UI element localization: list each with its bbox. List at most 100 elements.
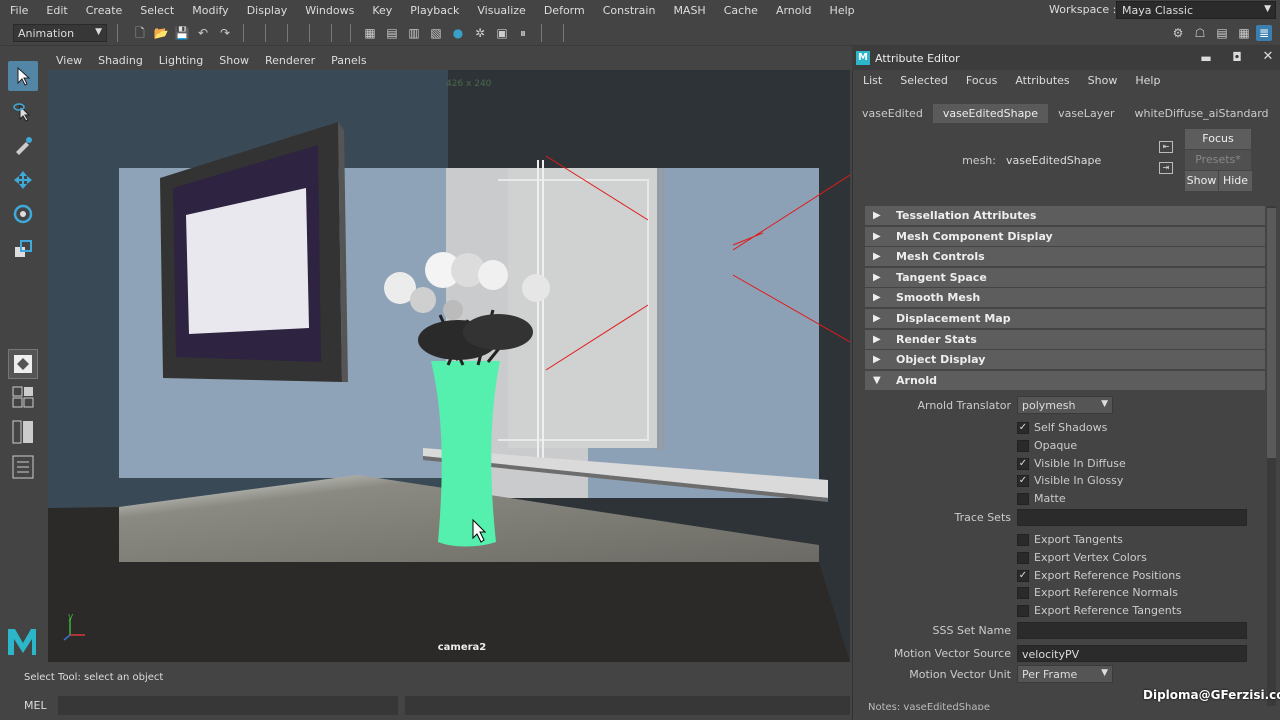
checkbox-export-vertex-colors[interactable] [1017,551,1029,564]
viewport-menu-renderer[interactable]: Renderer [257,54,323,67]
ae-menu-help[interactable]: Help [1124,74,1167,87]
tab-vaseeditedshape[interactable]: vaseEditedShape [932,103,1049,123]
render-settings-icon[interactable]: ▧ [428,25,444,41]
viewport-menu-show[interactable]: Show [211,54,257,67]
menu-constrain[interactable]: Constrain [593,4,664,17]
ae-menu-focus[interactable]: Focus [955,74,1004,87]
section-smooth-mesh[interactable]: ▶ Smooth Mesh [865,288,1265,308]
section-render-stats[interactable]: ▶ Render Stats [865,329,1265,349]
close-icon[interactable]: ✕ [1261,49,1275,64]
checkbox-export-tangents[interactable] [1017,534,1029,546]
mel-label[interactable]: MEL [24,699,47,712]
menu-cache[interactable]: Cache [714,4,766,17]
outliner-icon[interactable] [8,452,38,482]
ae-menu-show[interactable]: Show [1077,74,1125,87]
menu-windows[interactable]: Windows [295,4,362,17]
focus-button[interactable]: Focus [1185,129,1251,149]
menu-help[interactable]: Help [820,4,863,17]
undo-icon[interactable]: ↶ [195,25,211,41]
paint-select-tool-icon[interactable] [8,130,38,160]
focus-output-icon[interactable]: ⇥ [1159,162,1173,174]
mesh-name-field[interactable]: vaseEditedShape [1006,154,1101,167]
viewport-menu-view[interactable]: View [48,54,90,67]
ae-menu-list[interactable]: List [852,74,889,87]
tool-settings-icon[interactable]: ▦ [1236,25,1252,41]
render-sequence-icon[interactable]: ▣ [494,25,510,41]
menu-create[interactable]: Create [76,4,131,17]
section-object-display[interactable]: ▶ Object Display [865,350,1265,370]
rotate-tool-icon[interactable] [8,199,38,229]
attribute-editor-toggle-icon[interactable]: ▤ [1214,25,1230,41]
tab-whitediffuse_aistandard[interactable]: whiteDiffuse_aiStandard [1124,104,1278,123]
checkbox-matte[interactable] [1017,493,1029,506]
ae-menu-attributes[interactable]: Attributes [1004,74,1076,87]
menu-arnold[interactable]: Arnold [766,4,820,17]
single-perspective-layout-icon[interactable] [8,349,38,379]
move-tool-icon[interactable] [8,165,38,195]
tab-vaselayer[interactable]: vaseLayer [1048,104,1124,123]
section-mesh-component-display[interactable]: ▶ Mesh Component Display [865,226,1265,246]
section-tangent-space[interactable]: ▶ Tangent Space [865,267,1265,287]
character-controls-icon[interactable]: ☖ [1192,25,1208,41]
section-displacement-map[interactable]: ▶ Displacement Map [865,309,1265,328]
arnold-render-icon[interactable]: ✲ [472,25,488,41]
render-current-icon[interactable]: ▤ [384,25,400,41]
ipr-render-icon[interactable]: ▥ [406,25,422,41]
hypershade-icon[interactable]: ● [450,25,466,41]
attribute-editor-scrollbar[interactable] [1267,206,1276,706]
section-tessellation-attributes[interactable]: ▶ Tessellation Attributes [865,206,1265,225]
menu-visualize[interactable]: Visualize [467,4,533,17]
redo-icon[interactable]: ↷ [217,25,233,41]
lasso-tool-icon[interactable] [8,97,38,127]
menu-deform[interactable]: Deform [534,4,593,17]
arnold-translator-dropdown[interactable]: polymesh ▼ [1017,396,1113,414]
ae-menu-selected[interactable]: Selected [889,74,955,87]
workspace-dropdown[interactable]: Maya Classic ▼ [1116,1,1276,19]
checkbox-self-shadows[interactable]: ✓ [1017,422,1029,434]
focus-input-icon[interactable]: ⇤ [1159,141,1173,153]
modeling-toolkit-icon[interactable]: ⚙ [1170,25,1186,41]
menu-modify[interactable]: Modify [182,4,236,17]
menu-mash[interactable]: MASH [663,4,713,17]
viewport-menu-shading[interactable]: Shading [90,54,151,67]
select-tool-icon[interactable] [8,61,38,91]
menu-display[interactable]: Display [237,4,296,17]
menu-playback[interactable]: Playback [400,4,467,17]
section-mesh-controls[interactable]: ▶ Mesh Controls [865,247,1265,267]
four-view-layout-icon[interactable] [8,383,38,413]
checkbox-visible-in-glossy[interactable]: ✓ [1017,475,1029,488]
menu-key[interactable]: Key [362,4,400,17]
checkbox-visible-in-diffuse[interactable]: ✓ [1017,457,1029,470]
checkbox-opaque[interactable] [1017,439,1029,452]
hide-button[interactable]: Hide [1219,171,1252,191]
viewport-menu-panels[interactable]: Panels [323,54,374,67]
viewport-panel[interactable]: 426 x 240 y camera2 [48,70,850,662]
scrollbar-thumb[interactable] [1267,208,1276,458]
sss-set-name-field[interactable] [1017,622,1247,639]
minimize-icon[interactable]: ▬ [1199,51,1213,65]
scale-tool-icon[interactable] [8,234,38,264]
save-scene-icon[interactable]: 💾 [174,25,190,41]
tab-vaseedited[interactable]: vaseEdited [852,104,933,123]
motion-vector-source-field[interactable]: velocityPV [1017,645,1247,662]
menu-set-dropdown[interactable]: Animation ▼ [13,24,107,42]
pause-icon[interactable]: ⏸ [515,25,531,41]
section-arnold[interactable]: ▼ Arnold [865,370,1265,390]
open-scene-icon[interactable]: 📂 [153,25,169,41]
motion-vector-unit-dropdown[interactable]: Per Frame ▼ [1017,665,1113,683]
checkbox-export-reference-tangents[interactable] [1017,605,1029,618]
checkbox-export-reference-positions[interactable]: ✓ [1017,569,1029,582]
menu-edit[interactable]: Edit [36,4,75,17]
presets-button[interactable]: Presets* [1185,150,1251,170]
show-button[interactable]: Show [1185,171,1218,191]
new-scene-icon[interactable]: 🗋 [132,25,148,41]
viewport-menu-lighting[interactable]: Lighting [151,54,211,67]
outliner-layout-icon[interactable] [8,417,38,447]
checkbox-export-reference-normals[interactable] [1017,587,1029,600]
trace-sets-field[interactable] [1017,509,1247,526]
menu-select[interactable]: Select [130,4,182,17]
menu-file[interactable]: File [0,4,36,17]
maximize-icon[interactable]: ◘ [1230,50,1244,64]
channel-box-icon[interactable]: ≣ [1256,25,1272,41]
render-view-icon[interactable]: ▦ [362,25,378,41]
